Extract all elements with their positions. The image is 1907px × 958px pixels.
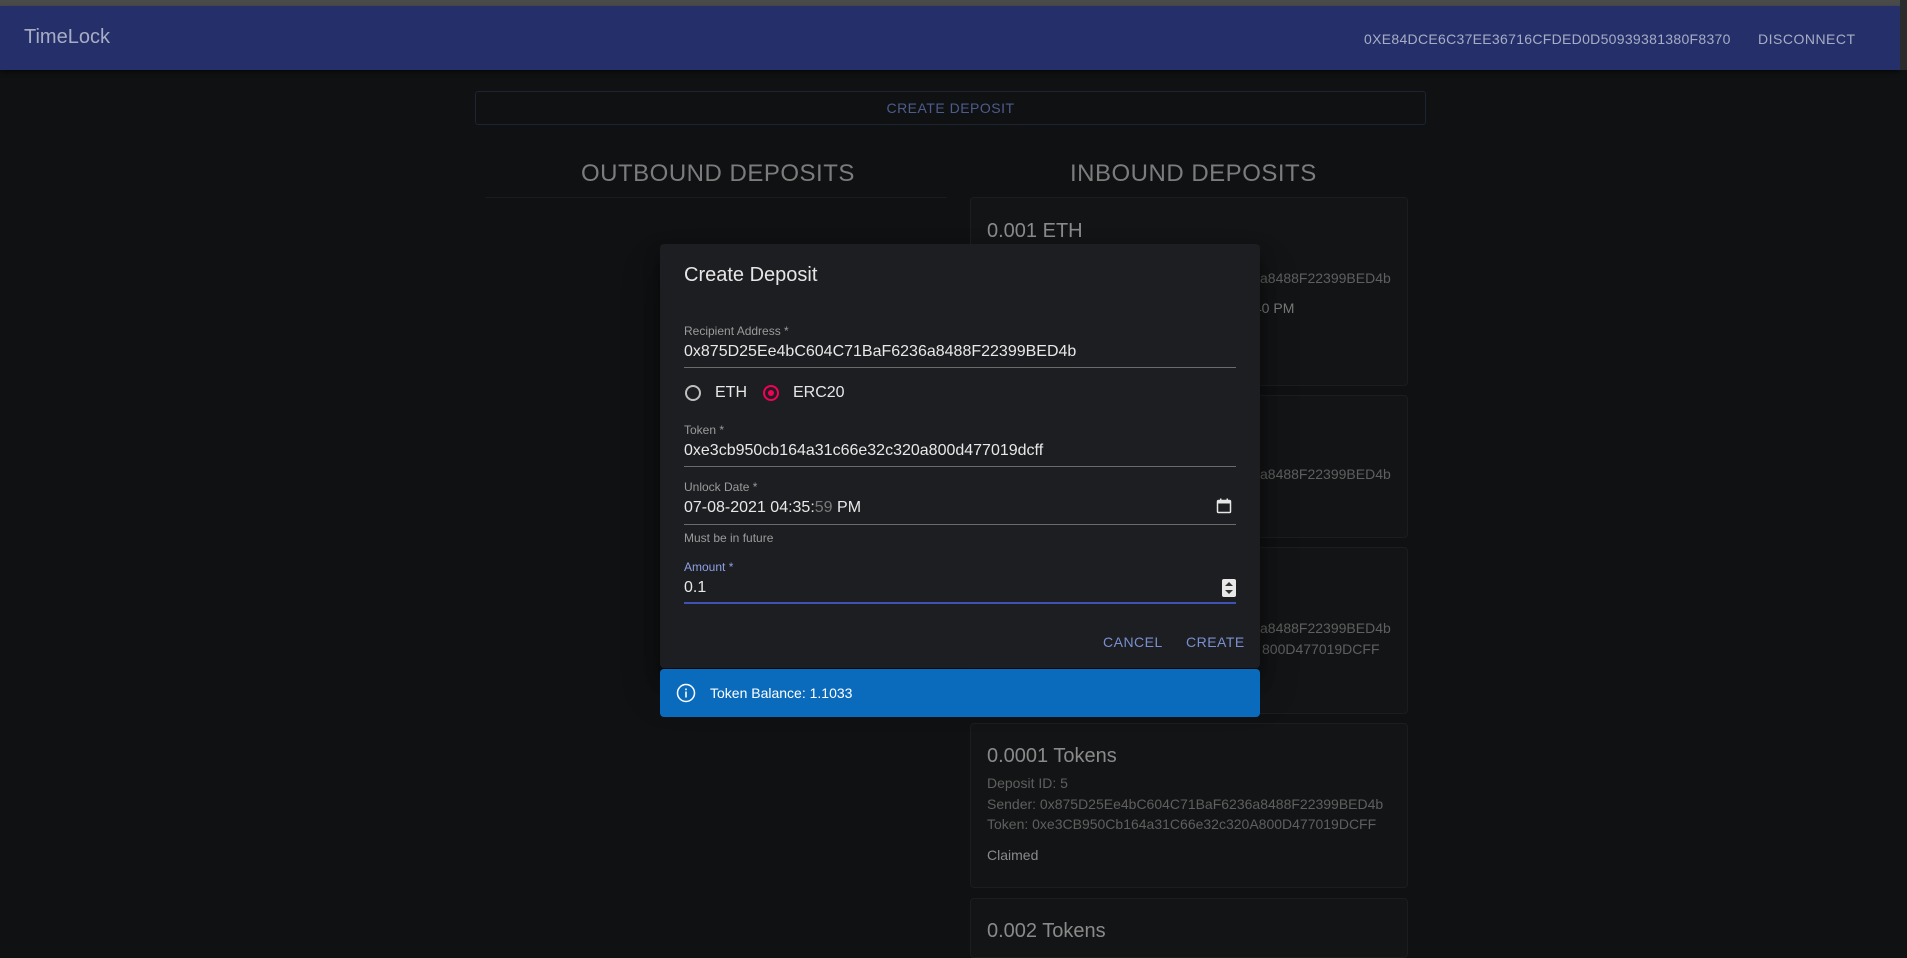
amount-input[interactable]: 0.1 (684, 579, 706, 597)
info-icon (676, 683, 696, 703)
erc20-radio-label: ERC20 (793, 384, 845, 401)
unlock-date-ampm: PM (837, 499, 862, 516)
outbound-deposits-title: OUTBOUND DEPOSITS (581, 160, 855, 187)
deposit-sender-fragment: a8488F22399BED4b (1260, 466, 1391, 482)
unlock-date-label: Unlock Date * (684, 480, 758, 494)
create-button[interactable]: CREATE (1186, 634, 1245, 650)
create-deposit-dialog: Create Deposit Recipient Address * 0x875… (660, 244, 1260, 668)
dialog-title: Create Deposit (684, 264, 818, 286)
deposit-id: Deposit ID: 5 (987, 775, 1068, 791)
amount-stepper[interactable] (1222, 579, 1236, 597)
inbound-deposits-title: INBOUND DEPOSITS (1070, 160, 1317, 187)
inbound-deposit-card: 0.002 Tokens (970, 898, 1408, 958)
recipient-address-underline (684, 367, 1236, 368)
eth-radio-label: ETH (715, 384, 747, 401)
disconnect-button[interactable]: DISCONNECT (1758, 31, 1856, 47)
deposit-token: Token: 0xe3CB950Cb164a31C66e32c320A800D4… (987, 816, 1377, 832)
calendar-icon[interactable] (1216, 498, 1232, 514)
deposit-token-fragment: 800D477019DCFF (1262, 641, 1380, 657)
unlock-date-value: 07-08-2021 04:35: (684, 499, 815, 516)
deposit-status: Claimed (987, 847, 1039, 863)
deposit-amount: 0.002 Tokens (987, 920, 1106, 942)
token-label: Token * (684, 423, 725, 437)
token-balance-text: Token Balance: 1.1033 (710, 685, 853, 701)
app-brand[interactable]: TimeLock (24, 26, 110, 49)
recipient-address-label: Recipient Address * (684, 324, 789, 338)
app-bar: TimeLock 0XE84DCE6C37EE36716CFDED0D50939… (0, 6, 1900, 70)
token-underline (684, 466, 1236, 467)
deposit-amount: 0.001 ETH (987, 220, 1083, 242)
deposit-sender-fragment: a8488F22399BED4b (1260, 620, 1391, 636)
account-address: 0XE84DCE6C37EE36716CFDED0D50939381380F83… (1364, 31, 1731, 47)
eth-radio[interactable] (685, 385, 701, 401)
cancel-button[interactable]: CANCEL (1103, 634, 1163, 650)
outbound-divider (485, 197, 947, 198)
unlock-date-input[interactable]: 07-08-2021 04:35:59 PM (684, 499, 861, 517)
deposit-sender: Sender: 0x875D25Ee4bC604C71BaF6236a8488F… (987, 796, 1384, 812)
amount-underline (684, 602, 1236, 604)
token-balance-snackbar: Token Balance: 1.1033 (660, 669, 1260, 717)
unlock-date-helper: Must be in future (684, 531, 774, 545)
inbound-deposit-card: 0.0001 Tokens Deposit ID: 5 Sender: 0x87… (970, 723, 1408, 888)
erc20-radio[interactable] (763, 385, 779, 401)
unlock-date-underline (684, 524, 1236, 525)
deposit-amount: 0.0001 Tokens (987, 745, 1117, 767)
deposit-sender-fragment: a8488F22399BED4b (1260, 270, 1391, 286)
token-input[interactable]: 0xe3cb950cb164a31c66e32c320a800d477019dc… (684, 442, 1043, 460)
recipient-address-input[interactable]: 0x875D25Ee4bC604C71BaF6236a8488F22399BED… (684, 343, 1076, 361)
scrollbar[interactable] (1900, 0, 1907, 70)
amount-label: Amount * (684, 560, 734, 574)
unlock-date-seconds: 59 (814, 499, 833, 516)
create-deposit-button[interactable]: CREATE DEPOSIT (475, 91, 1426, 125)
